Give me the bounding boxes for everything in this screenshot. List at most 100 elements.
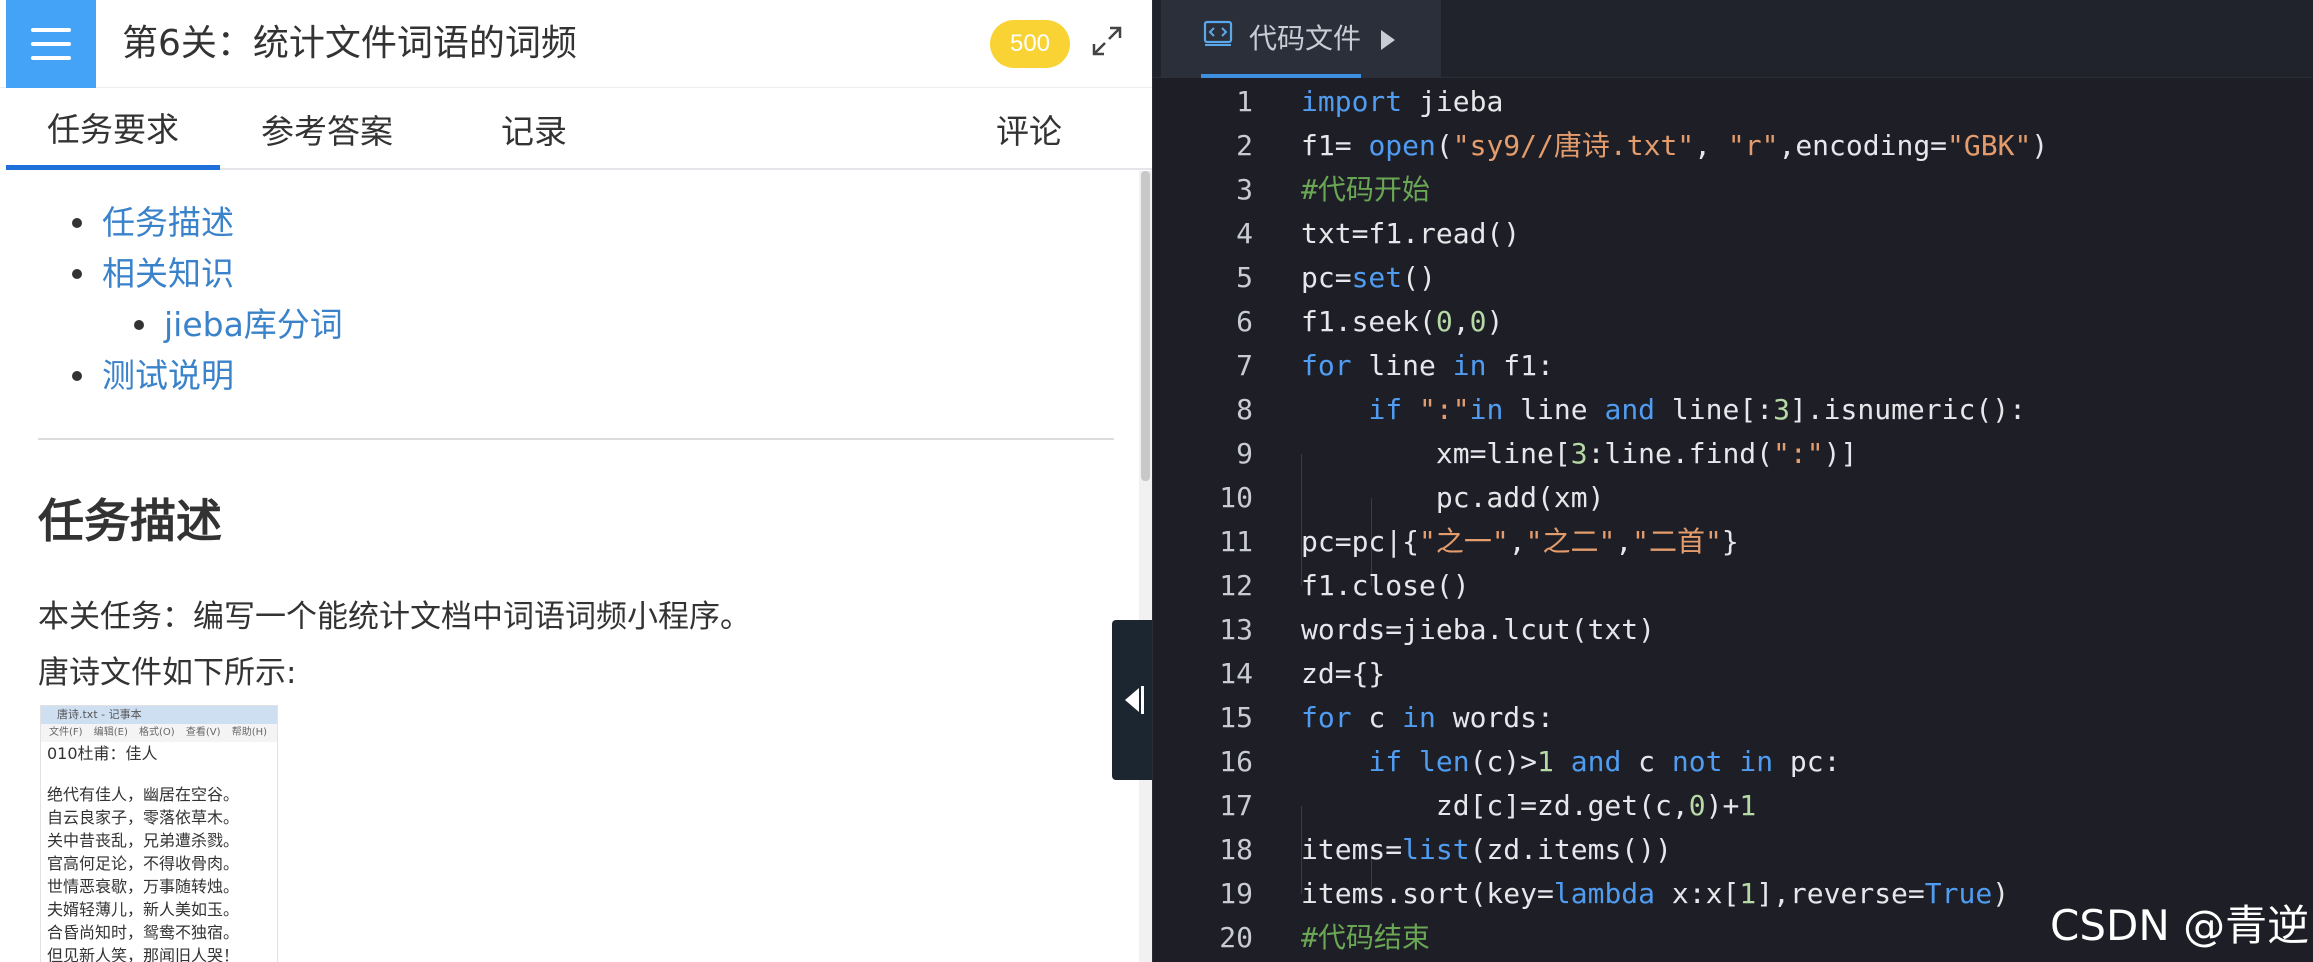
scrollbar-thumb[interactable] <box>1141 171 1150 481</box>
line-number: 3 <box>1236 173 1253 206</box>
code-file-icon <box>1203 20 1233 46</box>
line-number: 18 <box>1219 833 1253 866</box>
code-line-text[interactable]: zd[c]=zd.get(c,0)+1 <box>1301 784 1756 828</box>
poem-file-screenshot: 唐诗.txt - 记事本 文件(F) 编辑(E) 格式(O) 查看(V) 帮助(… <box>40 705 278 962</box>
code-line-text[interactable]: #代码结束 <box>1301 916 1430 960</box>
thumb-line: 合昏尚知时，鸳鸯不独宿。 <box>47 923 240 942</box>
tab-reference-answer[interactable]: 参考答案 <box>220 88 434 170</box>
code-line[interactable]: 13 words=jieba.lcut(txt) <box>1153 608 2313 652</box>
code-line[interactable]: 14 zd={} <box>1153 652 2313 696</box>
line-number: 5 <box>1236 261 1253 294</box>
code-line-text[interactable]: if len(c)>1 and c not in pc: <box>1301 740 1840 784</box>
thumb-line: 关中昔丧乱，兄弟遭杀戮。 <box>47 831 240 850</box>
line-number: 8 <box>1236 393 1253 426</box>
task-tabs: 任务要求 参考答案 记录 评论 <box>6 88 1152 170</box>
code-line-text[interactable]: f1.seek(0,0) <box>1301 300 1503 344</box>
code-line[interactable]: 10 pc.add(xm) <box>1153 476 2313 520</box>
line-number: 2 <box>1236 129 1253 162</box>
thumb-line: 世情恶衰歇，万事随转烛。 <box>47 877 240 896</box>
code-line-text[interactable]: pc.add(xm) <box>1301 476 1605 520</box>
code-line-text[interactable]: if ":"in line and line[:3].isnumeric(): <box>1301 388 2026 432</box>
code-line[interactable]: 11 pc=pc|{"之一","之二","二首"} <box>1153 520 2313 564</box>
line-number: 7 <box>1236 349 1253 382</box>
code-line-text[interactable]: #代码开始 <box>1301 168 1430 212</box>
line-number: 14 <box>1219 657 1253 690</box>
thumb-heading: 010杜甫：佳人 <box>47 744 158 763</box>
thumb-menu: 文件(F) 编辑(E) 格式(O) 查看(V) 帮助(H) <box>41 724 277 742</box>
toc-link-jieba[interactable]: jieba库分词 <box>134 303 343 347</box>
code-editor-panel: 代码文件 1 import jieba 2 f1= open("sy9//唐诗.txt… <box>1152 0 2313 962</box>
code-line[interactable]: 3 #代码开始 <box>1153 168 2313 212</box>
code-line[interactable]: 12 f1.close() <box>1153 564 2313 608</box>
code-line-text[interactable]: import jieba <box>1301 80 1503 124</box>
code-line[interactable]: 9 xm=line[3:line.find(":")] <box>1153 432 2313 476</box>
task-content: 任务描述 相关知识 jieba库分词 测试说明 任务描述 本关任务：编写一个能统… <box>6 171 1141 962</box>
code-line-text[interactable]: pc=pc|{"之一","之二","二首"} <box>1301 520 1739 564</box>
thumb-line: 夫婿轻薄儿，新人美如玉。 <box>47 900 240 919</box>
task-header: 第6关：统计文件词语的词频 500 <box>0 0 1152 88</box>
line-number: 17 <box>1219 789 1253 822</box>
line-number: 6 <box>1236 305 1253 338</box>
line-number: 9 <box>1236 437 1253 470</box>
editor-toolbar: 代码文件 <box>1153 0 2313 78</box>
code-line[interactable]: 15 for c in words: <box>1153 696 2313 740</box>
menu-button[interactable] <box>6 0 96 88</box>
content-scrollbar[interactable] <box>1139 171 1152 962</box>
poem-file-label: 唐诗文件如下所示: <box>38 655 297 691</box>
tab-comments[interactable]: 评论 <box>634 88 1152 170</box>
collapse-left-icon <box>1125 686 1144 714</box>
code-line-text[interactable]: items.sort(key=lambda x:x[1],reverse=Tru… <box>1301 872 2009 916</box>
score-badge: 500 <box>990 20 1070 68</box>
code-line[interactable]: 4 txt=f1.read() <box>1153 212 2313 256</box>
code-line[interactable]: 7 for line in f1: <box>1153 344 2313 388</box>
tab-underline <box>1201 74 1361 78</box>
line-number: 4 <box>1236 217 1253 250</box>
collapse-panel-button[interactable] <box>1112 620 1152 780</box>
code-line-text[interactable]: f1= open("sy9//唐诗.txt", "r",encoding="GB… <box>1301 124 2048 168</box>
caret-right-icon[interactable] <box>1381 30 1395 50</box>
code-line-text[interactable]: words=jieba.lcut(txt) <box>1301 608 1655 652</box>
thumb-window-title: 唐诗.txt - 记事本 <box>41 706 277 724</box>
tab-code-file[interactable]: 代码文件 <box>1161 0 1441 78</box>
divider <box>38 438 1114 440</box>
code-line[interactable]: 16 if len(c)>1 and c not in pc: <box>1153 740 2313 784</box>
line-number: 15 <box>1219 701 1253 734</box>
toc-link-related-knowledge[interactable]: 相关知识 <box>72 252 234 296</box>
code-line-text[interactable]: for line in f1: <box>1301 344 1554 388</box>
code-file-label: 代码文件 <box>1249 22 1362 55</box>
code-line-text[interactable]: zd={} <box>1301 652 1385 696</box>
thumb-line: 自云良家子，零落依草木。 <box>47 808 240 827</box>
line-number: 12 <box>1219 569 1253 602</box>
code-line[interactable]: 1 import jieba <box>1153 80 2313 124</box>
code-line[interactable]: 8 if ":"in line and line[:3].isnumeric()… <box>1153 388 2313 432</box>
line-number: 10 <box>1219 481 1253 514</box>
thumb-line: 但见新人笑，那闻旧人哭！ <box>47 946 240 962</box>
code-line[interactable]: 6 f1.seek(0,0) <box>1153 300 2313 344</box>
code-area[interactable]: 1 import jieba 2 f1= open("sy9//唐诗.txt", "r… <box>1153 80 2313 962</box>
line-number: 1 <box>1236 85 1253 118</box>
code-line[interactable]: 5 pc=set() <box>1153 256 2313 300</box>
page-title: 第6关：统计文件词语的词频 <box>122 23 577 64</box>
tab-task-requirements[interactable]: 任务要求 <box>6 88 220 170</box>
thumb-line: 绝代有佳人，幽居在空谷。 <box>47 785 240 804</box>
line-number: 16 <box>1219 745 1253 778</box>
toc-link-test-notes[interactable]: 测试说明 <box>72 354 234 398</box>
csdn-watermark: CSDN @青逆 <box>2050 901 2310 950</box>
code-line-text[interactable]: items=list(zd.items()) <box>1301 828 1672 872</box>
code-line-text[interactable]: xm=line[3:line.find(":")] <box>1301 432 1857 476</box>
code-line[interactable]: 18 items=list(zd.items()) <box>1153 828 2313 872</box>
code-line-text[interactable]: f1.close() <box>1301 564 1470 608</box>
code-line-text[interactable]: for c in words: <box>1301 696 1554 740</box>
code-line[interactable]: 2 f1= open("sy9//唐诗.txt", "r",encoding="G… <box>1153 124 2313 168</box>
expand-icon[interactable] <box>1090 24 1124 58</box>
line-number: 20 <box>1219 921 1253 954</box>
hamburger-icon <box>31 28 71 32</box>
code-line[interactable]: 17 zd[c]=zd.get(c,0)+1 <box>1153 784 2313 828</box>
toc-link-task-description[interactable]: 任务描述 <box>72 201 234 245</box>
code-line-text[interactable]: txt=f1.read() <box>1301 212 1520 256</box>
thumb-line: 官高何足论，不得收骨肉。 <box>47 854 240 873</box>
task-panel: 第6关：统计文件词语的词频 500 任务要求 参考答案 记录 评论 任务描述 相… <box>0 0 1152 962</box>
tab-records[interactable]: 记录 <box>434 88 634 170</box>
code-line-text[interactable]: pc=set() <box>1301 256 1436 300</box>
task-paragraph: 本关任务：编写一个能统计文档中词语词频小程序。 <box>38 599 751 635</box>
